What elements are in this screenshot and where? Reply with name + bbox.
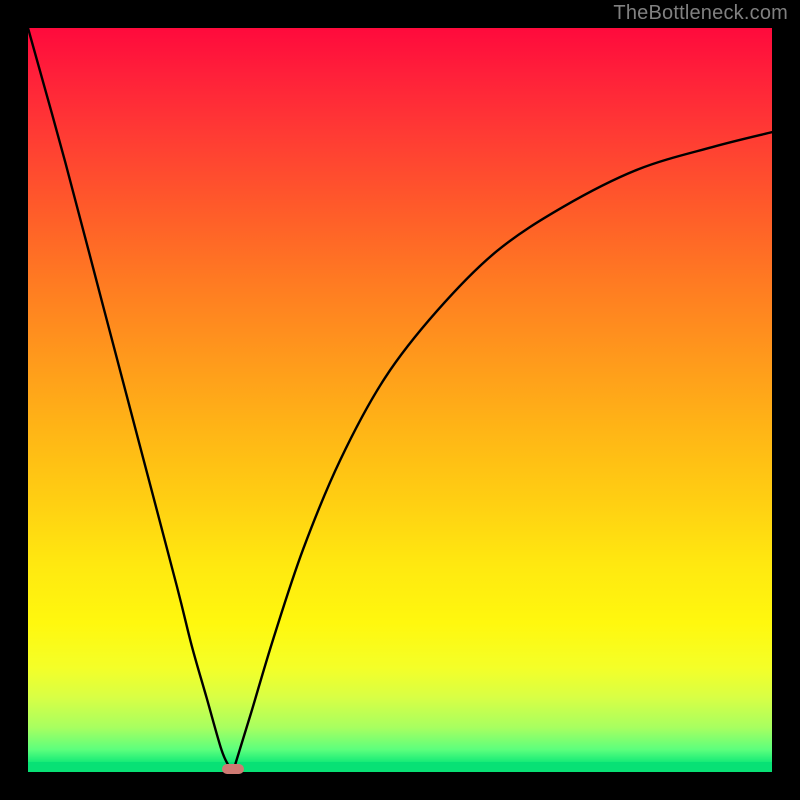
plot-area bbox=[28, 28, 772, 772]
bottleneck-curve bbox=[28, 28, 772, 772]
watermark-text: TheBottleneck.com bbox=[613, 2, 788, 25]
outer-frame: TheBottleneck.com bbox=[0, 0, 800, 800]
minimum-marker bbox=[222, 764, 244, 774]
